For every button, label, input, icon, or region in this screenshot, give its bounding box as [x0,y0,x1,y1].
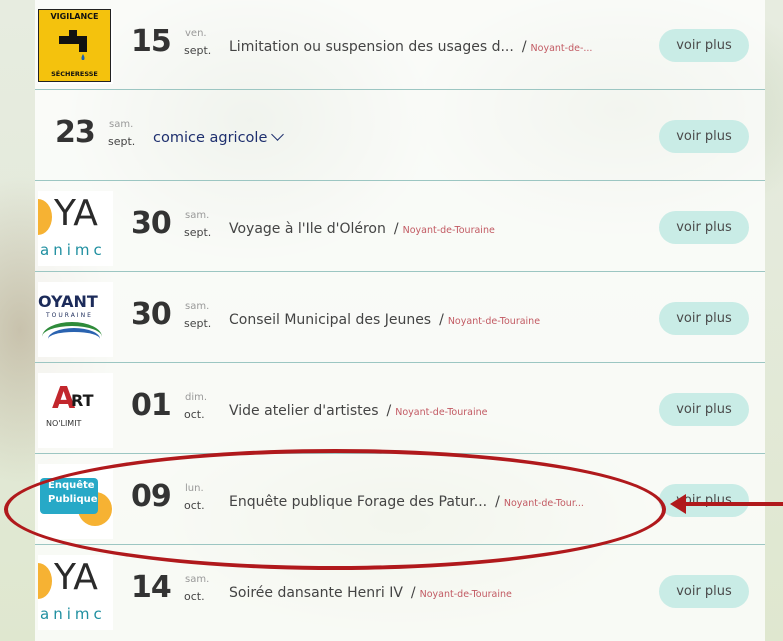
event-title-text[interactable]: Soirée dansante Henri IV [229,585,403,601]
voir-plus-button[interactable]: voir plus [659,120,749,153]
event-day: 14 [131,570,172,605]
voir-plus-button[interactable]: voir plus [659,393,749,426]
thumb-main-label: YA [54,557,98,598]
event-thumbnail[interactable]: VIGILANCE SÉCHERESSE [38,9,113,84]
yanimc-logo: YA animc [38,191,113,266]
event-title[interactable]: Conseil Municipal des Jeunes / Noyant-de-T… [229,312,540,328]
highlight-ellipse [4,449,666,570]
event-weekday: sam. [109,119,134,130]
tap-icon [59,30,87,60]
event-day: 01 [131,388,172,423]
thumb-sub-label: TOURAINE [46,312,93,319]
event-thumbnail[interactable]: OYANT TOURAINE [38,282,113,357]
event-title-text[interactable]: Voyage à l'Ile d'Oléron [229,221,386,237]
event-weekday: ven. [185,28,207,39]
highlight-arrow-line [684,502,783,506]
event-weekday: sam. [185,574,210,585]
event-title-text[interactable]: comice agricole [153,130,267,146]
event-month: sept. [184,317,212,330]
event-month: sept. [108,135,136,148]
event-thumbnail[interactable]: YA animc [38,191,113,266]
event-month: sept. [184,226,212,239]
event-weekday: sam. [185,210,210,221]
list-item: A RT NO'LIMIT 01 dim. oct. Vide atelier … [35,364,765,454]
event-title-text[interactable]: Vide atelier d'artistes [229,403,379,419]
event-location: Noyant-de-Touraine [395,407,488,418]
event-day: 15 [131,24,172,59]
list-item: OYANT TOURAINE 30 sam. sept. Conseil Mun… [35,273,765,363]
art-nolimit-logo: A RT NO'LIMIT [38,373,113,448]
event-thumbnail[interactable]: A RT NO'LIMIT [38,373,113,448]
event-location: Noyant-de-Touraine [447,316,541,327]
title-separator: / [439,312,444,328]
list-item: YA animc 30 sam. sept. Voyage à l'Ile d'… [35,182,765,272]
event-day: 30 [131,297,172,332]
title-separator: / [521,39,527,55]
thumb-main-label: OYANT [38,292,98,311]
logo-arc-blue [48,328,100,350]
event-month: sept. [184,44,212,57]
thumb-sub-label: NO'LIMIT [46,419,82,428]
thumb-sub-label: animc [40,605,106,623]
event-weekday: dim. [185,392,208,403]
event-month: oct. [184,408,205,421]
list-item: VIGILANCE SÉCHERESSE 15 ven. sept. Limit… [35,0,765,90]
event-title[interactable]: Limitation ou suspension des usages d...… [229,39,592,55]
thumb-main-label: YA [54,193,98,234]
event-month: oct. [184,590,205,603]
event-weekday: sam. [185,301,210,312]
chevron-down-icon[interactable] [271,128,285,141]
thumb-sub-label: animc [40,241,106,259]
noyant-touraine-logo: OYANT TOURAINE [38,282,113,357]
arrow-left-icon [670,494,686,514]
thumb-top-label: VIGILANCE [50,12,99,21]
vigilance-secheresse-logo: VIGILANCE SÉCHERESSE [38,9,111,82]
event-title[interactable]: Voyage à l'Ile d'Oléron / Noyant-de-Tourai… [229,221,495,237]
thumb-rt-label: RT [71,391,94,410]
event-thumbnail[interactable]: YA animc [38,555,113,630]
voir-plus-button[interactable]: voir plus [659,302,749,335]
title-separator: / [386,403,392,419]
voir-plus-button[interactable]: voir plus [659,211,749,244]
event-title-text[interactable]: Conseil Municipal des Jeunes [229,312,431,328]
event-title-text[interactable]: Limitation ou suspension des usages d... [229,39,514,55]
title-separator: / [410,585,416,601]
voir-plus-button[interactable]: voir plus [659,29,749,62]
thumb-bottom-label: SÉCHERESSE [51,70,98,78]
yanimc-logo: YA animc [38,555,113,630]
logo-orange-shape [38,563,52,599]
list-item: 23 sam. sept. comice agricole voir plus [35,91,765,181]
event-title[interactable]: Vide atelier d'artistes / Noyant-de-Tourai… [229,403,487,419]
event-title[interactable]: comice agricole [153,128,285,146]
title-separator: / [393,221,399,237]
event-location: Noyant-de-Touraine [402,225,495,236]
logo-orange-shape [38,199,52,235]
voir-plus-button[interactable]: voir plus [659,575,749,608]
event-day: 30 [131,206,172,241]
event-title[interactable]: Soirée dansante Henri IV / Noyant-de-Toura… [229,585,512,601]
event-location: Noyant-de-... [530,43,593,54]
event-day: 23 [55,115,96,150]
event-location: Noyant-de-Touraine [419,589,512,600]
